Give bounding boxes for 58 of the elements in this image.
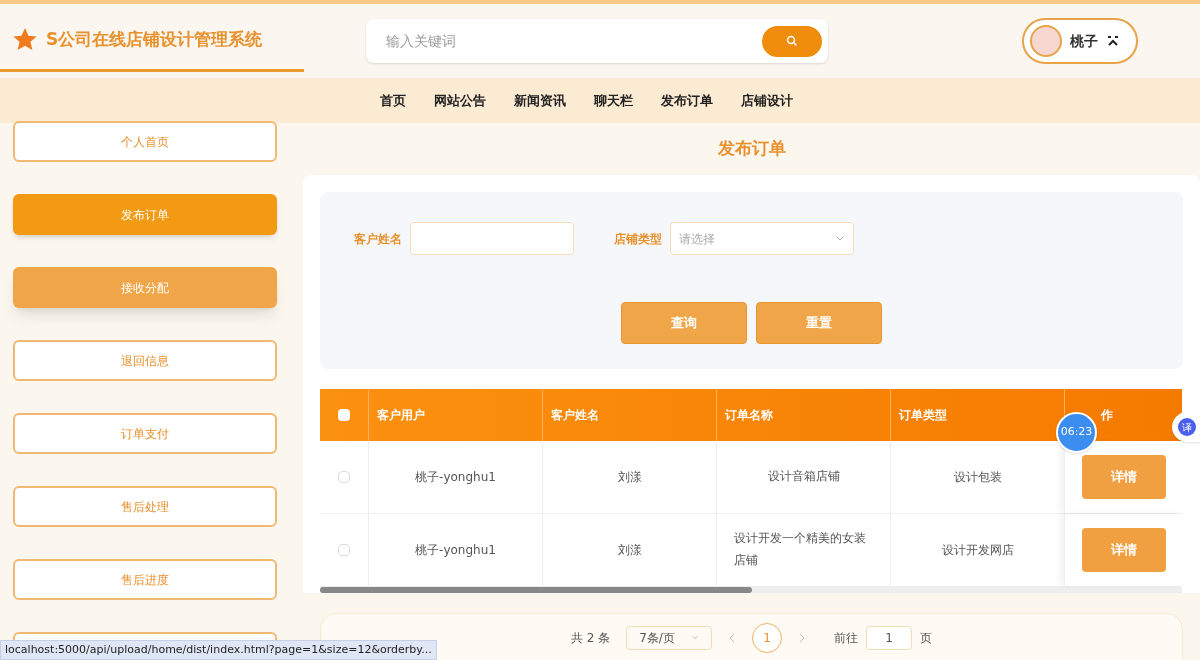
search-icon	[786, 35, 798, 47]
table-cell-text: 设计开发一个精美的女装店铺	[733, 530, 867, 569]
row-checkbox[interactable]	[338, 544, 350, 556]
site-title: S公司在线店铺设计管理系统	[46, 27, 263, 51]
user-name: 桃子	[1070, 32, 1098, 51]
table-cell-text: 桃子-yonghu1	[415, 469, 496, 486]
filter-label: 店铺类型	[614, 230, 662, 248]
sidebar-item[interactable]: 售后处理	[13, 486, 277, 527]
sidebar-item[interactable]: 售后进度	[13, 559, 277, 600]
caret-icon	[1106, 34, 1120, 48]
page-number[interactable]: 1	[752, 623, 783, 653]
goto-page-field[interactable]: 1	[866, 626, 913, 650]
page-size-select[interactable]: 7条/页	[626, 626, 713, 650]
horizontal-scrollbar[interactable]	[320, 587, 1182, 593]
chevron-down-icon	[691, 634, 700, 642]
nav-link[interactable]: 新闻资讯	[500, 90, 580, 111]
nav-link[interactable]: 网站公告	[420, 90, 500, 111]
row-checkbox[interactable]	[338, 471, 350, 483]
sidebar-item[interactable]	[13, 632, 277, 640]
goto-label: 前往	[834, 630, 859, 647]
next-page-icon[interactable]	[798, 633, 807, 643]
table-cell-text: 设计音箱店铺	[767, 468, 840, 486]
sidebar-item[interactable]: 订单支付	[13, 413, 277, 454]
details-button[interactable]: 详情	[1081, 455, 1166, 499]
table-cell-text: 桃子-yonghu1	[415, 542, 496, 559]
nav-link[interactable]: 聊天栏	[580, 90, 647, 111]
status-bar: localhost:5000/api/upload/home/dist/index.html?page=1&size=12&orderby...	[0, 640, 437, 660]
customer-name-field[interactable]	[410, 222, 574, 255]
select-all-checkbox[interactable]	[338, 409, 350, 421]
total-count: 共 2 条	[570, 630, 611, 647]
search-bar[interactable]: 输入关键词	[366, 19, 828, 63]
page-title: 发布订单	[716, 137, 787, 161]
goto-suffix: 页	[920, 630, 933, 647]
sidebar-item[interactable]: 接收分配	[13, 267, 277, 308]
column-header: 订单名称	[716, 389, 890, 441]
sidebar-item[interactable]: 个人首页	[13, 121, 277, 162]
column-header: 客户姓名	[542, 389, 716, 441]
nav-link[interactable]: 发布订单	[647, 90, 727, 111]
filter-button[interactable]: 重置	[756, 302, 882, 344]
filter-button[interactable]: 查询	[621, 302, 747, 344]
table-cell-text: 刘漾	[617, 469, 642, 486]
sidebar-item[interactable]: 发布订单	[13, 194, 277, 235]
nav-link[interactable]: 店铺设计	[727, 90, 807, 111]
search-field[interactable]: 输入关键词	[386, 31, 762, 51]
column-header: 客户用户	[368, 389, 542, 441]
user-menu[interactable]: 桃子	[1022, 18, 1138, 64]
table-cell-text: 设计包装	[953, 469, 1002, 486]
previous-page-icon[interactable]	[728, 633, 737, 643]
nav-link[interactable]: 首页	[366, 90, 420, 111]
details-button[interactable]: 详情	[1081, 528, 1166, 572]
filter-label: 客户姓名	[354, 230, 402, 248]
shop-type-select[interactable]: 请选择	[670, 222, 854, 255]
search-button[interactable]	[762, 25, 822, 57]
translate-button[interactable]: 译	[1172, 412, 1200, 442]
table-cell-text: 设计开发网店	[941, 542, 1014, 559]
avatar	[1030, 25, 1062, 57]
sidebar-item[interactable]: 退回信息	[13, 340, 277, 381]
table-cell-text: 刘漾	[617, 542, 642, 559]
